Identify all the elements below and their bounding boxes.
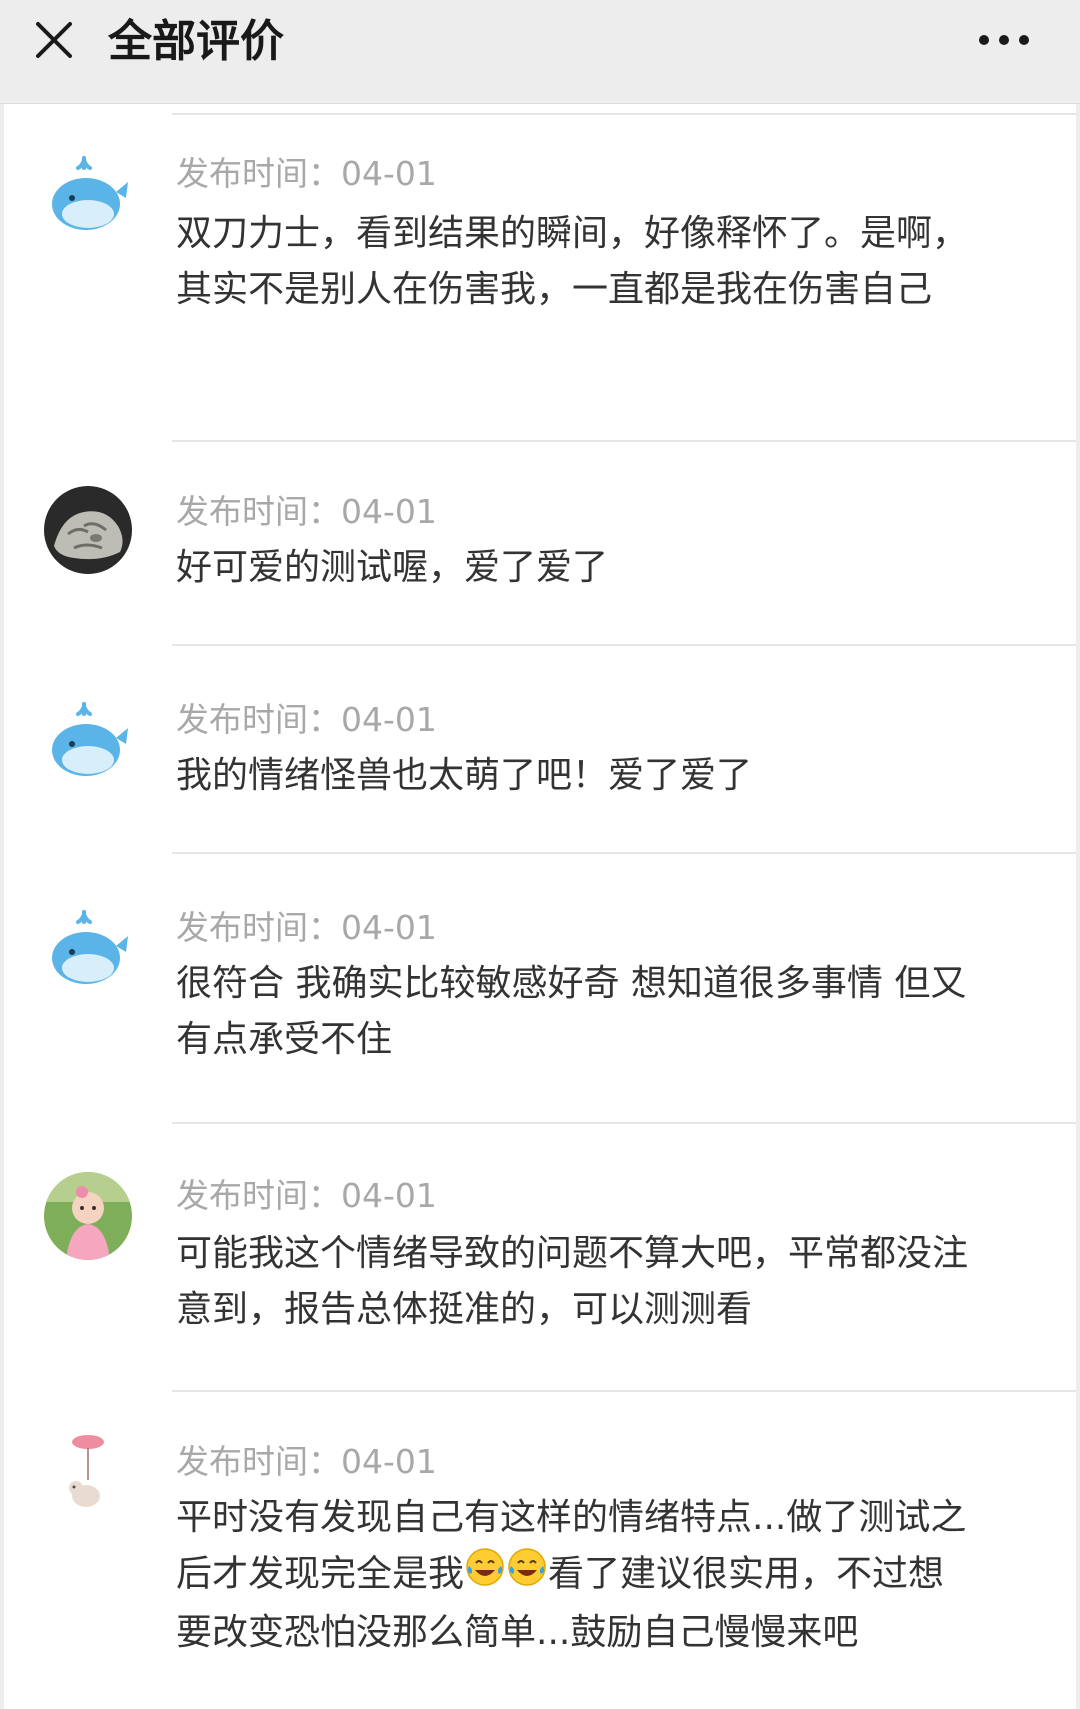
- comment-text: 好可爱的测试喔，爱了爱了: [176, 547, 609, 588]
- close-icon[interactable]: [30, 16, 78, 64]
- more-options-icon[interactable]: [976, 20, 1032, 60]
- comment-item: 发布时间：04-01 很符合 我确实比较敏感好奇 想知道很多事情 但又有点承受不…: [4, 858, 1076, 1126]
- balloon-elephant-avatar-icon[interactable]: [44, 1432, 132, 1520]
- divider: [172, 852, 1076, 854]
- comment-text: 我的情绪怪兽也太萌了吧！爱了爱了: [176, 755, 753, 796]
- comment-text: 双刀力士，看到结果的瞬间，好像释怀了。是啊，其实不是别人在伤害我，一直都是我在伤…: [176, 213, 969, 310]
- comment-item: 发布时间：04-01 平时没有发现自己有这样的情绪特点...做了测试之后才发现完…: [4, 1392, 1076, 1709]
- publish-time: 发布时间：04-01: [176, 1442, 437, 1481]
- whale-avatar-icon[interactable]: [44, 908, 132, 996]
- publish-time: 发布时间：04-01: [176, 154, 437, 193]
- comment-text: 很符合 我确实比较敏感好奇 想知道很多事情 但又有点承受不住: [176, 963, 967, 1060]
- publish-time: 发布时间：04-01: [176, 1176, 437, 1215]
- publish-time: 发布时间：04-01: [176, 700, 437, 739]
- page-title: 全部评价: [108, 16, 284, 67]
- divider: [172, 1122, 1076, 1124]
- rock-photo-avatar-icon[interactable]: [44, 486, 132, 574]
- app-header: 全部评价: [0, 0, 1080, 104]
- comment-item: 发布时间：04-01 双刀力士，看到结果的瞬间，好像释怀了。是啊，其实不是别人在…: [4, 104, 1076, 442]
- whale-avatar-icon[interactable]: [44, 154, 132, 242]
- comment-text: 可能我这个情绪导致的问题不算大吧，平常都没注意到，报告总体挺准的，可以测测看: [176, 1233, 969, 1330]
- comment-item: 发布时间：04-01 好可爱的测试喔，爱了爱了: [4, 442, 1076, 650]
- baby-photo-avatar-icon[interactable]: [44, 1172, 132, 1260]
- whale-avatar-icon[interactable]: [44, 700, 132, 788]
- comment-item: 发布时间：04-01 可能我这个情绪导致的问题不算大吧，平常都没注意到，报告总体…: [4, 1126, 1076, 1392]
- comment-item: 发布时间：04-01 我的情绪怪兽也太萌了吧！爱了爱了: [4, 650, 1076, 858]
- publish-time: 发布时间：04-01: [176, 492, 437, 531]
- tears-of-joy-emoji-icon: [464, 1546, 506, 1605]
- tears-of-joy-emoji-icon: [506, 1546, 548, 1605]
- publish-time: 发布时间：04-01: [176, 908, 437, 947]
- comment-list[interactable]: 发布时间：04-01 双刀力士，看到结果的瞬间，好像释怀了。是啊，其实不是别人在…: [4, 104, 1076, 1709]
- comment-text: 平时没有发现自己有这样的情绪特点...做了测试之后才发现完全是我 看了建议很实用，…: [176, 1490, 976, 1661]
- divider: [172, 644, 1076, 646]
